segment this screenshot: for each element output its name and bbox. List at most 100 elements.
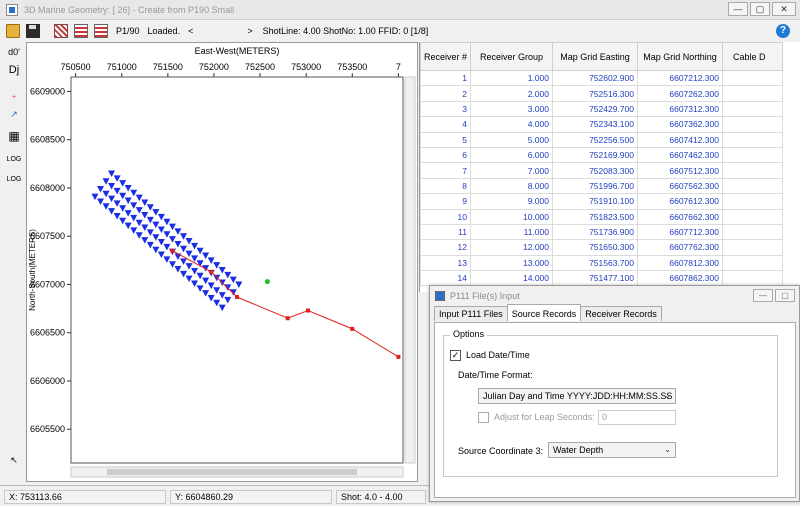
- format-select[interactable]: Julian Day and Time YYYY:JDD:HH:MM:SS.SS…: [478, 388, 676, 404]
- vertical-scrollbar[interactable]: [404, 76, 416, 464]
- distance-tool-icon[interactable]: Dj: [6, 62, 22, 78]
- cell-receiver-number[interactable]: 12: [420, 239, 471, 256]
- dialog-maximize-button[interactable]: ▢: [775, 289, 795, 302]
- cell-easting[interactable]: 751736.900: [552, 223, 638, 241]
- stripes-flag-icon[interactable]: [94, 24, 108, 38]
- help-icon[interactable]: ?: [776, 24, 790, 38]
- cell-cable[interactable]: [722, 85, 783, 102]
- cell-northing[interactable]: 6607812.300: [637, 254, 723, 272]
- cell-receiver-group[interactable]: 12.000: [470, 239, 553, 256]
- cell-receiver-number[interactable]: 14: [420, 270, 471, 287]
- next-shot-button[interactable]: >: [247, 26, 252, 36]
- cell-receiver-group[interactable]: 6.000: [470, 146, 553, 164]
- add-point-icon[interactable]: ↗: [6, 106, 22, 122]
- source-point[interactable]: [285, 316, 290, 321]
- cell-northing[interactable]: 6607412.300: [637, 131, 723, 148]
- cell-easting[interactable]: 752602.900: [552, 69, 638, 87]
- cell-northing[interactable]: 6607762.300: [637, 239, 723, 256]
- cell-easting[interactable]: 751563.700: [552, 254, 638, 272]
- maximize-button[interactable]: ▢: [750, 2, 770, 16]
- cell-easting[interactable]: 752083.300: [552, 162, 638, 179]
- cell-northing[interactable]: 6607212.300: [637, 69, 723, 87]
- table-row[interactable]: 14 14.000 751477.100 6607862.300: [420, 270, 783, 287]
- table-row[interactable]: 1 1.000 752602.900 6607212.300: [420, 69, 783, 87]
- pointer-tool-icon[interactable]: ↖: [6, 452, 22, 468]
- cell-cable[interactable]: [722, 116, 783, 133]
- cell-northing[interactable]: 6607662.300: [637, 208, 723, 225]
- load-date-checkbox[interactable]: ✓: [450, 350, 461, 361]
- cell-receiver-number[interactable]: 9: [420, 193, 471, 210]
- header-cable[interactable]: Cable D: [722, 42, 783, 71]
- cell-receiver-number[interactable]: 4: [420, 116, 471, 133]
- angle-tool-icon[interactable]: d0': [6, 44, 22, 60]
- cell-cable[interactable]: [722, 239, 783, 256]
- cell-receiver-group[interactable]: 3.000: [470, 100, 553, 118]
- cell-easting[interactable]: 752343.100: [552, 116, 638, 133]
- cell-receiver-group[interactable]: 4.000: [470, 116, 553, 133]
- cell-receiver-group[interactable]: 5.000: [470, 131, 553, 148]
- cell-northing[interactable]: 6607612.300: [637, 193, 723, 210]
- cell-cable[interactable]: [722, 131, 783, 148]
- table-row[interactable]: 9 9.000 751910.100 6607612.300: [420, 193, 783, 210]
- cell-receiver-group[interactable]: 14.000: [470, 270, 553, 287]
- cell-receiver-group[interactable]: 13.000: [470, 254, 553, 272]
- pattern-grid-icon[interactable]: [54, 24, 68, 38]
- move-point-icon[interactable]: ⁺: [6, 90, 22, 106]
- geometry-plot[interactable]: 750500 751000 751500 752000 752500 753000 7535…: [27, 43, 417, 481]
- table-row[interactable]: 11 11.000 751736.900 6607712.300: [420, 223, 783, 241]
- cell-cable[interactable]: [722, 177, 783, 195]
- source-point[interactable]: [396, 354, 401, 359]
- cell-easting[interactable]: 751650.300: [552, 239, 638, 256]
- cell-easting[interactable]: 751477.100: [552, 270, 638, 287]
- cell-cable[interactable]: [722, 208, 783, 225]
- header-easting[interactable]: Map Grid Easting: [552, 42, 638, 71]
- cell-cable[interactable]: [722, 146, 783, 164]
- source-point[interactable]: [306, 308, 311, 313]
- source-point[interactable]: [235, 295, 239, 300]
- cell-cable[interactable]: [722, 69, 783, 87]
- tab-receiver-records[interactable]: Receiver Records: [580, 306, 662, 321]
- cell-receiver-number[interactable]: 10: [420, 208, 471, 225]
- open-folder-icon[interactable]: [6, 24, 20, 38]
- cell-northing[interactable]: 6607712.300: [637, 223, 723, 241]
- cell-cable[interactable]: [722, 254, 783, 272]
- log-icon[interactable]: LOG: [6, 152, 22, 168]
- header-northing[interactable]: Map Grid Northing: [637, 42, 723, 71]
- cell-receiver-number[interactable]: 3: [420, 100, 471, 118]
- cell-northing[interactable]: 6607312.300: [637, 100, 723, 118]
- table-row[interactable]: 13 13.000 751563.700 6607812.300: [420, 254, 783, 272]
- table-row[interactable]: 2 2.000 752516.300 6607262.300: [420, 85, 783, 102]
- current-shot-point[interactable]: [264, 279, 270, 285]
- cell-easting[interactable]: 752256.500: [552, 131, 638, 148]
- plot-panel[interactable]: 750500 751000 751500 752000 752500 753000 7535…: [26, 42, 418, 482]
- table-row[interactable]: 4 4.000 752343.100 6607362.300: [420, 116, 783, 133]
- cell-receiver-number[interactable]: 11: [420, 223, 471, 241]
- cell-receiver-number[interactable]: 8: [420, 177, 471, 195]
- cell-northing[interactable]: 6607462.300: [637, 146, 723, 164]
- prev-shot-button[interactable]: <: [188, 26, 193, 36]
- table-row[interactable]: 7 7.000 752083.300 6607512.300: [420, 162, 783, 179]
- coord3-select[interactable]: Water Depth ⌄: [548, 442, 676, 458]
- cell-northing[interactable]: 6607262.300: [637, 85, 723, 102]
- cell-cable[interactable]: [722, 193, 783, 210]
- cell-cable[interactable]: [722, 162, 783, 179]
- cell-cable[interactable]: [722, 223, 783, 241]
- cell-cable[interactable]: [722, 100, 783, 118]
- cell-easting[interactable]: 752429.700: [552, 100, 638, 118]
- cell-receiver-group[interactable]: 9.000: [470, 193, 553, 210]
- table-row[interactable]: 8 8.000 751996.700 6607562.300: [420, 177, 783, 195]
- source-point[interactable]: [350, 326, 355, 331]
- cell-receiver-number[interactable]: 7: [420, 162, 471, 179]
- save-icon[interactable]: [26, 24, 40, 38]
- cell-receiver-number[interactable]: 13: [420, 254, 471, 272]
- cell-receiver-number[interactable]: 1: [420, 69, 471, 87]
- cell-receiver-group[interactable]: 7.000: [470, 162, 553, 179]
- cell-receiver-group[interactable]: 1.000: [470, 69, 553, 87]
- cell-easting[interactable]: 751910.100: [552, 193, 638, 210]
- cell-easting[interactable]: 751823.500: [552, 208, 638, 225]
- cell-receiver-number[interactable]: 2: [420, 85, 471, 102]
- minimize-button[interactable]: —: [728, 2, 748, 16]
- table-row[interactable]: 12 12.000 751650.300 6607762.300: [420, 239, 783, 256]
- table-icon[interactable]: ▦: [6, 128, 22, 144]
- source-point[interactable]: [170, 248, 175, 253]
